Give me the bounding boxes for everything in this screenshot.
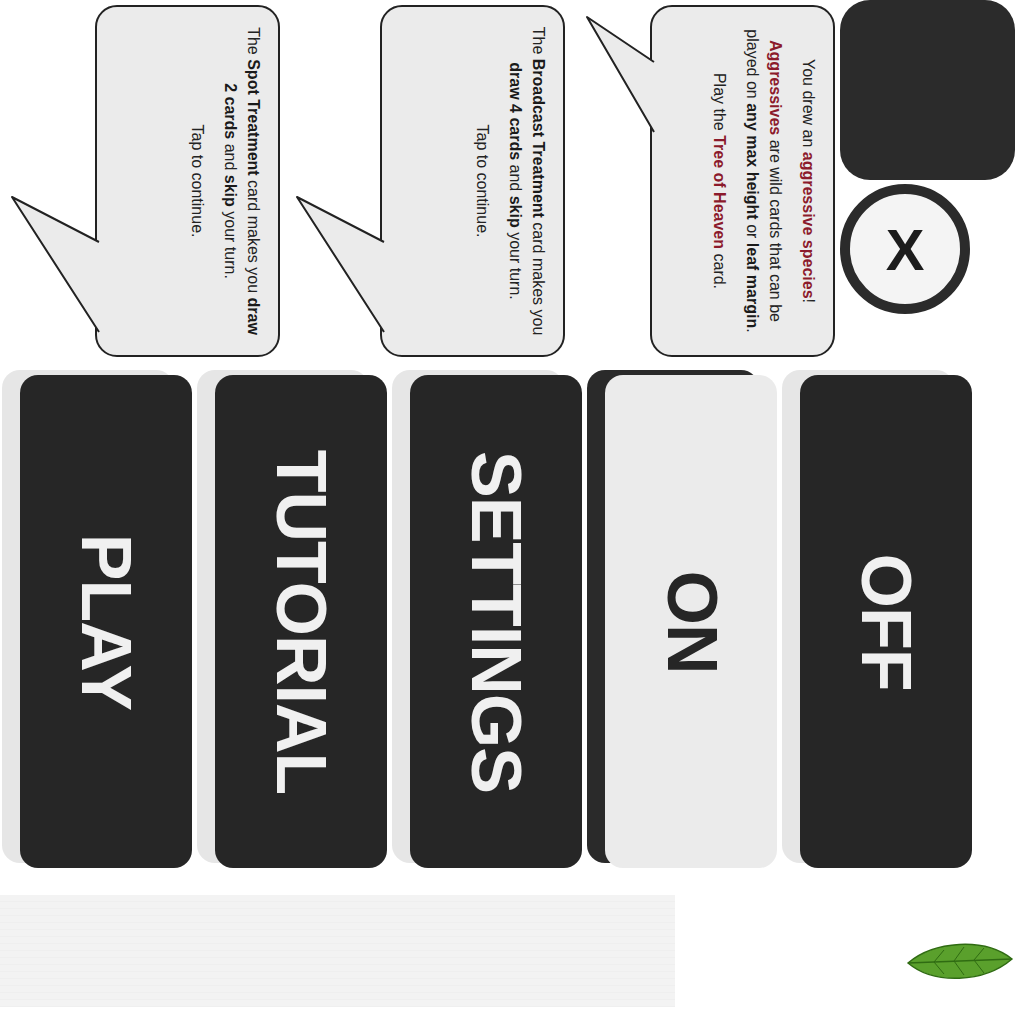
text: The — [530, 27, 547, 59]
text: or — [744, 220, 761, 243]
menu-button[interactable]: SETTINGS — [410, 375, 582, 868]
menu-button[interactable]: TUTORIAL — [215, 375, 387, 868]
highlight-text: Tree of Heaven — [711, 135, 728, 249]
button-row: PLAY TUTORIAL SETTINGS ON OFF — [0, 375, 1024, 868]
menu-button[interactable]: PLAY — [20, 375, 192, 868]
bubble-text: The Broadcast Treatment card makes you d… — [388, 16, 558, 346]
bubble-paragraph: The Spot Treatment card makes you draw 2… — [219, 26, 265, 336]
leaf-icon — [904, 933, 1016, 989]
menu-button[interactable]: ON — [605, 375, 777, 868]
highlight-text: Aggressives — [767, 40, 784, 135]
text: Tap to continue. — [189, 125, 206, 238]
menu-button[interactable]: OFF — [800, 375, 972, 868]
text: card makes you — [530, 218, 547, 335]
text: You drew an — [800, 59, 817, 152]
button-label: OFF — [846, 553, 926, 690]
bottom-row — [0, 895, 1024, 1007]
text: card makes you — [245, 176, 262, 298]
speech-bubble[interactable]: You drew an aggressive species! Aggressiv… — [650, 5, 835, 357]
sprite-sheet: The Spot Treatment card makes you draw 2… — [0, 0, 1024, 1024]
bubble-paragraph: The Broadcast Treatment card makes you d… — [504, 26, 550, 336]
bold-text: draw 4 cards — [507, 62, 524, 160]
bold-text: any max height — [744, 103, 761, 219]
bubble-paragraph: You drew an aggressive species! — [797, 26, 820, 336]
grey-bar — [0, 895, 675, 1007]
button-label: SETTINGS — [456, 450, 536, 792]
bold-text: Spot Treatment — [245, 59, 262, 175]
speech-bubble[interactable]: The Broadcast Treatment card makes you d… — [380, 5, 565, 357]
bubble-text: You drew an aggressive species! Aggressiv… — [658, 16, 828, 346]
text: Play the — [711, 73, 728, 135]
button-label: TUTORIAL — [261, 449, 341, 794]
text: your turn. — [222, 207, 239, 279]
bubble-paragraph: Tap to continue. — [186, 26, 209, 336]
text: your turn. — [507, 228, 524, 300]
bold-text: skip — [222, 175, 239, 207]
text: The — [245, 27, 262, 59]
text: and — [507, 160, 524, 196]
dark-panel — [840, 0, 1015, 180]
bold-text: leaf margin — [744, 243, 761, 328]
button-label: ON — [651, 570, 731, 673]
button-label: PLAY — [66, 533, 146, 709]
bubble-tail-icon — [5, 7, 101, 347]
bubble-paragraph: Aggressives are wild cards that can be p… — [741, 26, 787, 336]
speech-bubble[interactable]: The Spot Treatment card makes you draw 2… — [95, 5, 280, 357]
text: and — [222, 139, 239, 175]
bubble-row: The Spot Treatment card makes you draw 2… — [0, 0, 1024, 365]
bold-text: skip — [507, 196, 524, 228]
bubble-paragraph: Play the Tree of Heaven card. — [708, 26, 731, 336]
text: . — [744, 328, 761, 332]
bubble-paragraph: Tap to continue. — [471, 26, 494, 336]
right-sprites: X — [840, 0, 1015, 365]
bubble-tail-icon — [290, 7, 386, 347]
bold-text: Broadcast Treatment — [530, 59, 547, 218]
text: ! — [800, 299, 817, 303]
bubble-tail-icon — [560, 7, 656, 347]
text: card. — [711, 249, 728, 289]
highlight-text: aggressive species — [800, 152, 817, 299]
close-button[interactable]: X — [840, 184, 970, 314]
text: Tap to continue. — [474, 125, 491, 238]
bubble-text: The Spot Treatment card makes you draw 2… — [103, 16, 273, 346]
